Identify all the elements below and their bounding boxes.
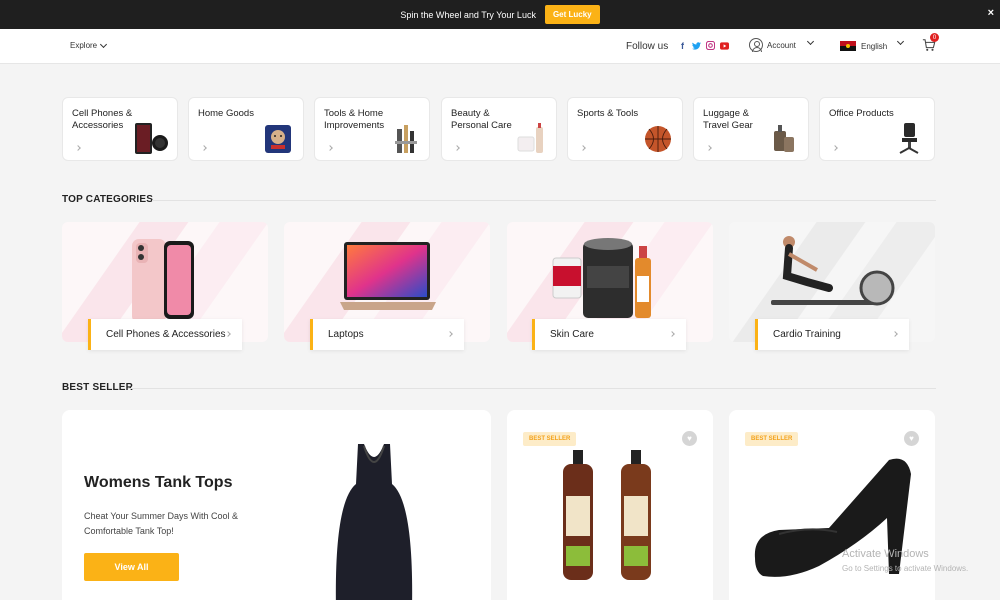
category-label: Cell Phones & Accessories: [72, 108, 133, 131]
category-card-sports[interactable]: Sports & Tools: [567, 97, 683, 161]
category-card-luggage[interactable]: Luggage & Travel Gear: [693, 97, 809, 161]
heart-icon[interactable]: ♥: [682, 431, 697, 446]
language-label: English: [861, 41, 888, 51]
heart-icon[interactable]: ♥: [904, 431, 919, 446]
user-icon: [749, 38, 763, 52]
top-category-label[interactable]: Skin Care: [532, 319, 686, 350]
category-label: Cell Phones & Accessories: [106, 329, 226, 340]
follow-us-label: Follow us: [626, 41, 669, 52]
account-menu[interactable]: Account: [749, 38, 796, 52]
top-categories-title: TOP CATEGORIES: [62, 194, 154, 205]
explore-label: Explore: [70, 41, 98, 50]
featured-subtitle: Cheat Your Summer Days With Cool & Comfo…: [84, 511, 239, 536]
activate-windows-watermark: Activate Windows: [842, 548, 929, 560]
chevron-right-icon: [706, 145, 712, 151]
account-label: Account: [767, 40, 796, 50]
skin-care-image: [552, 238, 651, 318]
cart-count-badge: 0: [930, 33, 939, 42]
chevron-right-icon: [669, 331, 675, 337]
site-header: Explore Follow us f Account English: [0, 29, 1000, 64]
get-lucky-button[interactable]: Get Lucky: [544, 5, 600, 24]
featured-product-card: Womens Tank Tops Cheat Your Summer Days …: [62, 410, 491, 600]
product-card-shampoo[interactable]: BEST SELLER ♥: [507, 410, 713, 600]
category-label: Office Products: [829, 108, 894, 119]
youtube-icon[interactable]: [720, 41, 729, 50]
chevron-down-icon[interactable]: [806, 37, 815, 46]
chevron-right-icon: [832, 145, 838, 151]
category-card-cell-phones[interactable]: Cell Phones & Accessories: [62, 97, 178, 161]
language-selector[interactable]: English: [840, 41, 887, 51]
close-icon[interactable]: ×: [988, 7, 994, 19]
iphone-image: [132, 239, 194, 323]
category-card-home-goods[interactable]: Home Goods: [188, 97, 304, 161]
featured-title: Womens Tank Tops: [84, 474, 233, 491]
category-card-beauty[interactable]: Beauty & Personal Care: [441, 97, 557, 161]
top-category-label[interactable]: Laptops: [310, 319, 464, 350]
chevron-right-icon: [75, 145, 81, 151]
top-category-label[interactable]: Cell Phones & Accessories: [88, 319, 242, 350]
facebook-icon[interactable]: f: [678, 41, 687, 51]
category-label: Laptops: [328, 329, 364, 340]
basketball-product-image: [645, 126, 671, 152]
divider: [152, 200, 936, 201]
category-label: Skin Care: [550, 329, 594, 340]
view-all-button[interactable]: View All: [84, 553, 179, 581]
chevron-right-icon: [454, 145, 460, 151]
twitter-icon[interactable]: [692, 41, 701, 50]
phone-product-image: [135, 123, 168, 154]
chevron-right-icon: [447, 331, 453, 337]
social-links: f: [678, 41, 729, 51]
promo-text: Spin the Wheel and Try Your Luck: [400, 9, 536, 20]
category-card-office[interactable]: Office Products: [819, 97, 935, 161]
divider: [128, 388, 936, 389]
chevron-right-icon: [580, 145, 586, 151]
best-seller-badge: BEST SELLER: [523, 432, 577, 446]
office-chair-product-image: [899, 123, 919, 154]
promo-bar: Spin the Wheel and Try Your Luck Get Luc…: [0, 0, 1000, 29]
tank-top-image: [335, 444, 413, 600]
pillow-product-image: [265, 125, 291, 153]
activate-windows-hint: Go to Settings to activate Windows.: [842, 564, 969, 573]
best-seller-title: BEST SELLER: [62, 382, 134, 393]
explore-menu[interactable]: Explore: [70, 40, 108, 50]
rowing-machine-image: [771, 236, 895, 306]
chevron-down-icon: [100, 40, 108, 48]
laptop-image: [340, 242, 436, 310]
category-card-tools-home[interactable]: Tools & Home Improvements: [314, 97, 430, 161]
chevron-right-icon: [327, 145, 333, 151]
luggage-product-image: [774, 125, 794, 152]
category-label: Tools & Home Improvements: [324, 108, 385, 131]
beauty-product-image: [517, 123, 543, 153]
category-label: Beauty & Personal Care: [451, 108, 512, 131]
angola-flag-icon: [840, 41, 856, 51]
chevron-right-icon: [225, 331, 231, 337]
instagram-icon[interactable]: [706, 41, 715, 50]
chevron-right-icon: [201, 145, 207, 151]
category-label: Home Goods: [198, 108, 254, 119]
chevron-down-icon[interactable]: [896, 37, 905, 46]
chevron-right-icon: [892, 331, 898, 337]
top-category-label[interactable]: Cardio Training: [755, 319, 909, 350]
category-label: Cardio Training: [773, 329, 841, 340]
best-seller-badge: BEST SELLER: [745, 432, 799, 446]
category-label: Sports & Tools: [577, 108, 639, 119]
category-label: Luggage & Travel Gear: [703, 108, 753, 131]
shampoo-conditioner-image: [563, 450, 651, 580]
tools-product-image: [395, 125, 417, 153]
